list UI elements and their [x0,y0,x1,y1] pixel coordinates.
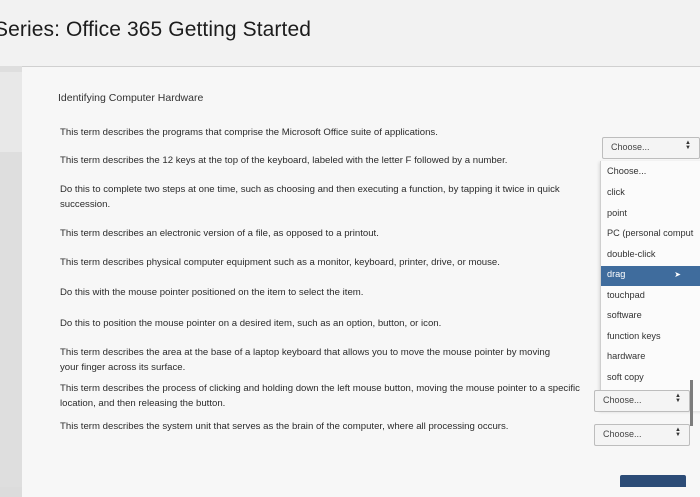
dropdown-value: Choose... [603,395,642,405]
left-sidebar [0,66,22,487]
question-2: This term describes the 12 keys at the t… [60,155,508,166]
scrollbar-thumb[interactable] [690,380,693,426]
answer-dropdown-10[interactable]: Choose... ▲ ▼ [594,424,690,446]
answer-dropdown-1[interactable]: Choose... ▲ ▼ [602,137,700,159]
chevron-updown-icon: ▲ ▼ [685,140,691,151]
option-drag[interactable]: drag ➤ [601,266,700,286]
answer-dropdown-list[interactable]: Choose... click point PC (personal compu… [600,161,700,411]
option-soft-copy[interactable]: soft copy [601,369,700,389]
option-hardware[interactable]: hardware [601,348,700,368]
question-1: This term describes the programs that co… [60,127,438,138]
dropdown-value: Choose... [603,429,642,439]
option-function-keys[interactable]: function keys [601,328,700,348]
chevron-updown-icon: ▲ ▼ [675,427,681,438]
chevron-updown-icon: ▲ ▼ [675,393,681,404]
option-click[interactable]: click [601,184,700,204]
question-6: Do this with the mouse pointer positione… [60,287,364,298]
option-choose[interactable]: Choose... [601,163,700,183]
option-double-click[interactable]: double-click [601,246,700,266]
option-touchpad[interactable]: touchpad [601,287,700,307]
section-title: Identifying Computer Hardware [58,92,204,104]
option-pc[interactable]: PC (personal comput [601,225,700,245]
question-5: This term describes physical computer eq… [60,257,500,268]
next-button[interactable] [620,475,686,487]
answer-dropdown-9[interactable]: Choose... ▲ ▼ [594,390,690,412]
dropdown-value: Choose... [611,142,650,152]
question-10: This term describes the system unit that… [60,421,509,432]
question-3: Do this to complete two steps at one tim… [60,184,560,210]
question-9: This term describes the process of click… [60,383,580,409]
question-4: This term describes an electronic versio… [60,228,379,239]
page-title: Series: Office 365 Getting Started [0,18,312,41]
question-8: This term describes the area at the base… [60,347,551,373]
option-software[interactable]: software [601,307,700,327]
sidebar-highlight [0,72,22,152]
option-point[interactable]: point [601,205,700,225]
question-7: Do this to position the mouse pointer on… [60,318,442,329]
mouse-cursor-icon: ➤ [674,270,681,279]
